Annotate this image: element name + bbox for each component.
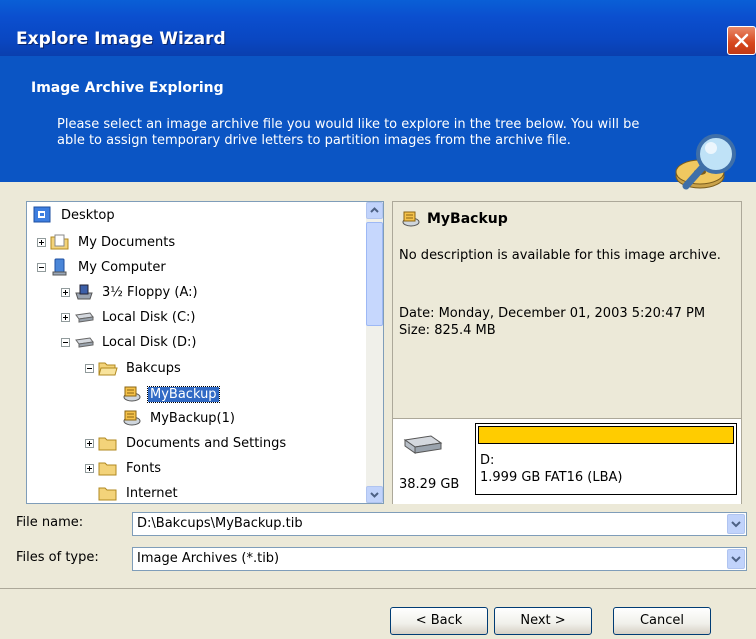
footer-divider <box>0 588 756 589</box>
file-type-value: Image Archives (*.tib) <box>137 551 280 566</box>
file-name-value: D:\Bakcups\MyBackup.tib <box>137 516 303 531</box>
tree-item-local-disk-c[interactable]: Local Disk (C:) <box>61 306 197 328</box>
documents-folder-icon <box>50 234 69 250</box>
chevron-up-icon <box>370 207 379 213</box>
tree-scrollbar[interactable] <box>366 202 383 503</box>
floppy-drive-icon <box>75 284 93 300</box>
archive-title: MyBackup <box>401 210 508 228</box>
archive-meta: Date: Monday, December 01, 2003 5:20:47 … <box>399 305 739 339</box>
computer-icon <box>52 258 67 276</box>
tree-item-internet[interactable]: Internet <box>98 482 180 503</box>
partition-letter: D: <box>480 453 495 468</box>
backup-archive-icon <box>402 211 420 227</box>
expand-icon[interactable] <box>37 237 46 247</box>
close-icon <box>734 33 749 48</box>
open-folder-icon <box>98 362 118 376</box>
disk-capacity: 38.29 GB <box>399 477 460 492</box>
archive-info-panel: MyBackup No description is available for… <box>392 201 742 504</box>
window-title: Explore Image Wizard <box>16 29 226 49</box>
collapse-icon[interactable] <box>85 363 94 373</box>
tree-item-bakcups[interactable]: Bakcups <box>85 357 183 379</box>
backup-archive-icon <box>123 386 141 402</box>
file-name-combobox[interactable]: D:\Bakcups\MyBackup.tib <box>132 512 747 536</box>
tree-item-fonts[interactable]: Fonts <box>85 457 163 479</box>
tree-item-label: MyBackup <box>147 385 220 403</box>
back-button[interactable]: < Back <box>390 607 488 635</box>
file-name-label: File name: <box>16 515 84 530</box>
tree-item-documents-and-settings[interactable]: Documents and Settings <box>85 432 288 454</box>
header-description: Please select an image archive file you … <box>57 117 640 148</box>
file-type-dropdown-button[interactable] <box>727 549 745 569</box>
tree-item-label: Internet <box>126 485 178 501</box>
hard-drive-icon <box>75 312 94 323</box>
folder-icon <box>98 462 117 476</box>
archive-size: Size: 825.4 MB <box>399 323 496 338</box>
folder-tree[interactable]: Desktop My Documents My Computer 3½ Flop… <box>26 201 384 504</box>
tree-item-label: My Computer <box>78 259 166 275</box>
file-type-label: Files of type: <box>16 550 99 565</box>
next-button[interactable]: Next > <box>494 607 592 635</box>
archive-description: No description is available for this ima… <box>399 248 721 263</box>
hard-disk-icon <box>403 435 443 454</box>
expand-icon[interactable] <box>85 438 94 448</box>
archive-date: Date: Monday, December 01, 2003 5:20:47 … <box>399 306 706 321</box>
tree-item-desktop[interactable]: Desktop <box>33 204 117 226</box>
backup-archive-icon <box>123 410 141 426</box>
tree-item-label: Documents and Settings <box>126 435 287 451</box>
tree-item-my-computer[interactable]: My Computer <box>37 256 168 278</box>
file-type-combobox[interactable]: Image Archives (*.tib) <box>132 547 747 571</box>
header-title: Image Archive Exploring <box>31 80 224 96</box>
partition-info: 1.999 GB FAT16 (LBA) <box>480 470 623 485</box>
partition-bar <box>478 426 734 444</box>
wizard-window: Explore Image Wizard Image Archive Explo… <box>0 0 756 639</box>
title-bar: Explore Image Wizard <box>0 0 756 56</box>
hard-drive-icon <box>75 337 94 348</box>
disk-summary: 38.29 GB <box>397 431 471 497</box>
expand-icon[interactable] <box>85 463 94 473</box>
folder-icon <box>98 437 117 451</box>
tree-item-label: 3½ Floppy (A:) <box>102 284 198 300</box>
tree-item-label: Fonts <box>126 460 162 476</box>
folder-icon <box>98 487 117 501</box>
wizard-header: Image Archive Exploring Please select an… <box>0 56 756 190</box>
chevron-down-icon <box>731 521 741 528</box>
scroll-thumb[interactable] <box>366 222 383 326</box>
close-button[interactable] <box>727 26 756 55</box>
chevron-down-icon <box>370 492 379 498</box>
tree-item-mybackup[interactable]: MyBackup <box>122 383 220 405</box>
partition-block[interactable]: D: 1.999 GB FAT16 (LBA) <box>475 423 737 495</box>
tree-item-floppy[interactable]: 3½ Floppy (A:) <box>61 281 200 303</box>
tree-item-local-disk-d[interactable]: Local Disk (D:) <box>61 331 198 353</box>
tree-item-label: Bakcups <box>126 360 181 376</box>
collapse-icon[interactable] <box>37 262 46 272</box>
tree-item-my-documents[interactable]: My Documents <box>37 231 177 253</box>
expand-icon[interactable] <box>61 287 70 297</box>
scroll-down-button[interactable] <box>366 486 383 503</box>
tree-item-label: Desktop <box>61 207 115 223</box>
tree-item-label: My Documents <box>78 234 176 250</box>
disk-map: 38.29 GB D: 1.999 GB FAT16 (LBA) <box>393 418 741 504</box>
tree-item-label: Local Disk (C:) <box>102 309 196 325</box>
archive-name: MyBackup <box>427 211 508 227</box>
expand-icon[interactable] <box>61 312 70 322</box>
scroll-up-button[interactable] <box>366 202 383 219</box>
desktop-icon <box>33 206 51 223</box>
tree-item-label: MyBackup(1) <box>150 410 235 426</box>
tree-item-mybackup-1[interactable]: MyBackup(1) <box>122 407 237 429</box>
file-name-dropdown-button[interactable] <box>727 514 745 534</box>
tree-item-label: Local Disk (D:) <box>102 334 197 350</box>
cancel-button[interactable]: Cancel <box>613 607 711 635</box>
chevron-down-icon <box>731 556 741 563</box>
magnifier-disk-icon <box>675 134 736 190</box>
collapse-icon[interactable] <box>61 337 70 347</box>
